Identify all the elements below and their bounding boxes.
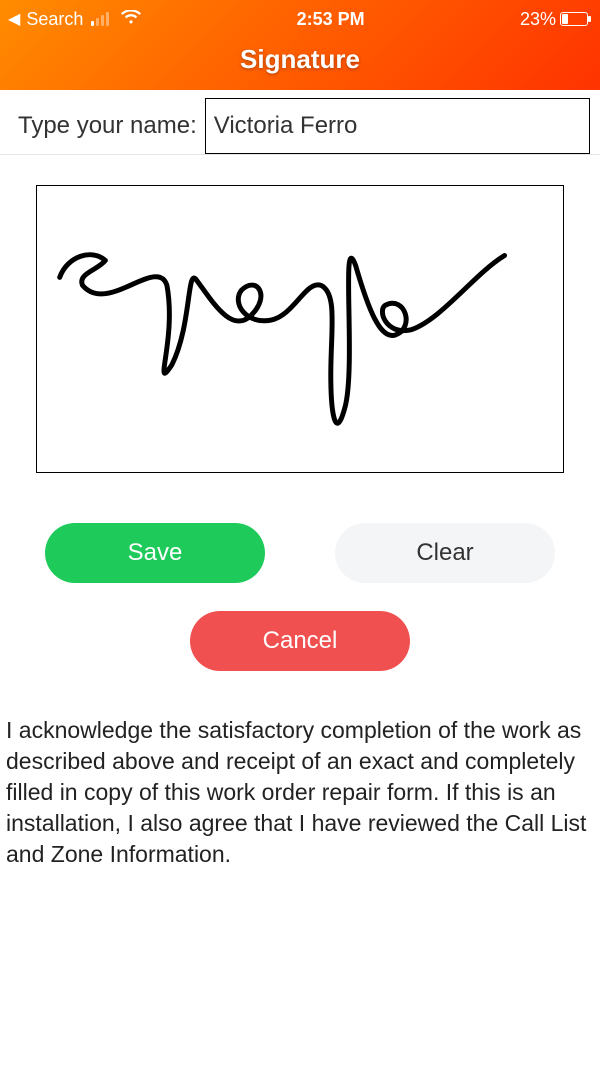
name-input[interactable]	[205, 98, 590, 154]
name-label: Type your name:	[18, 98, 205, 154]
app-header: ◀ Search 2:53 PM 23% Signature	[0, 0, 600, 90]
battery-percent: 23%	[520, 9, 556, 30]
status-time: 2:53 PM	[297, 9, 365, 30]
back-arrow-icon[interactable]: ◀	[8, 9, 20, 29]
battery-icon	[560, 12, 588, 26]
cancel-button[interactable]: Cancel	[190, 611, 410, 671]
wifi-icon	[121, 9, 141, 30]
back-label[interactable]: Search	[26, 9, 83, 30]
status-bar: ◀ Search 2:53 PM 23%	[0, 0, 600, 32]
page-title: Signature	[0, 32, 600, 75]
cellular-signal-icon	[91, 12, 109, 26]
save-button[interactable]: Save	[45, 523, 265, 583]
signature-pad[interactable]	[36, 185, 564, 473]
signature-stroke	[37, 186, 563, 472]
name-input-row: Type your name:	[0, 98, 600, 155]
clear-button[interactable]: Clear	[335, 523, 555, 583]
acknowledgement-text: I acknowledge the satisfactory completio…	[0, 671, 600, 870]
